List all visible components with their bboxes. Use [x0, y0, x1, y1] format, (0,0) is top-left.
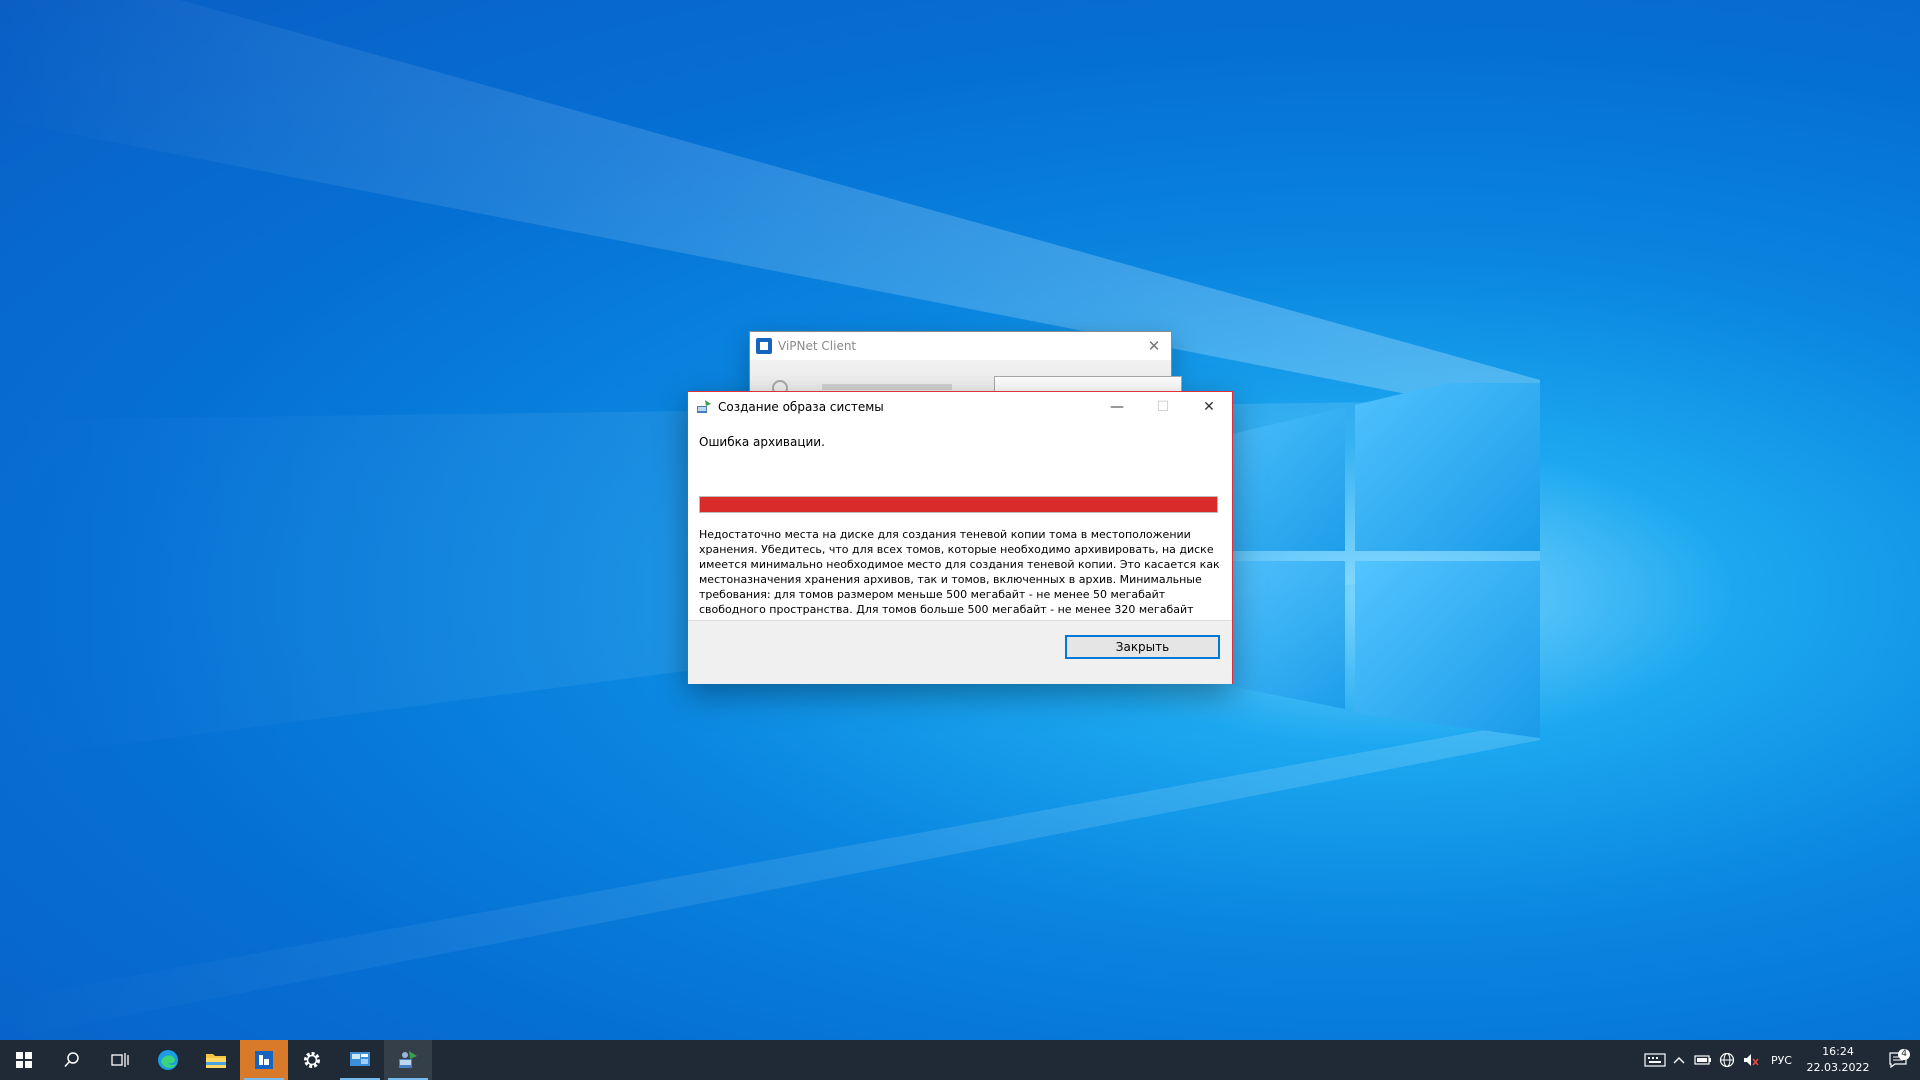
edge-button[interactable] [144, 1040, 192, 1080]
battery-tray-icon[interactable] [1691, 1040, 1715, 1080]
search-icon [64, 1052, 79, 1068]
dialog-body: Ошибка архивации. Недостаточно места на … [688, 422, 1232, 620]
clock-date: 22.03.2022 [1806, 1061, 1870, 1074]
search-button[interactable] [48, 1040, 96, 1080]
control-panel-button[interactable] [336, 1040, 384, 1080]
battery-icon [1694, 1055, 1711, 1065]
language-indicator[interactable]: РУС [1763, 1054, 1800, 1067]
settings-button[interactable] [288, 1040, 336, 1080]
chevron-up-icon [1673, 1057, 1685, 1064]
backup-icon [696, 399, 712, 415]
windows-logo-wallpaper [1195, 383, 1540, 738]
vipnet-close-icon[interactable]: ✕ [1137, 337, 1171, 355]
close-icon[interactable]: ✕ [1186, 392, 1232, 422]
network-tray-icon[interactable] [1715, 1040, 1739, 1080]
file-explorer-button[interactable] [192, 1040, 240, 1080]
vipnet-taskbar-button[interactable] [240, 1040, 288, 1080]
dialog-title: Создание образа системы [718, 400, 884, 414]
backup-icon [399, 1051, 417, 1068]
error-message[interactable]: Недостаточно места на диске для создания… [699, 527, 1221, 615]
input-indicator-icon[interactable] [1643, 1040, 1667, 1080]
edge-icon [158, 1050, 178, 1070]
windows-icon [16, 1052, 32, 1068]
status-text: Ошибка архивации. [699, 435, 825, 449]
volume-tray-icon[interactable] [1739, 1040, 1763, 1080]
volume-muted-icon [1743, 1054, 1759, 1066]
task-view-icon [111, 1053, 129, 1067]
vipnet-title-bar[interactable]: ViPNet Client ✕ [750, 332, 1171, 360]
option-label [822, 384, 952, 390]
close-button[interactable]: Закрыть [1065, 635, 1220, 659]
vipnet-icon [756, 338, 772, 354]
gear-icon [304, 1052, 320, 1068]
dialog-footer: Закрыть [688, 620, 1232, 684]
folder-icon [206, 1054, 226, 1068]
globe-icon [1719, 1052, 1735, 1068]
task-view-button[interactable] [96, 1040, 144, 1080]
start-button[interactable] [0, 1040, 48, 1080]
vipnet-window-title: ViPNet Client [778, 339, 857, 353]
backup-taskbar-button[interactable] [384, 1040, 432, 1080]
maximize-button: ☐ [1156, 399, 1170, 415]
progress-fill [700, 497, 1217, 512]
minimize-button[interactable]: — [1094, 392, 1140, 422]
clock[interactable]: 16:24 22.03.2022 [1800, 1044, 1876, 1076]
control-panel-icon [350, 1052, 370, 1066]
keyboard-icon [1644, 1053, 1666, 1067]
clock-time: 16:24 [1822, 1045, 1854, 1058]
dialog-title-bar[interactable]: Создание образа системы — ☐ ✕ [688, 392, 1232, 422]
show-hidden-icons-button[interactable] [1667, 1040, 1691, 1080]
vipnet-icon [255, 1051, 273, 1069]
system-image-dialog: Создание образа системы — ☐ ✕ Ошибка арх… [687, 391, 1233, 684]
progress-bar [699, 496, 1218, 513]
taskbar: РУС 16:24 22.03.2022 4 [0, 1040, 1920, 1080]
system-tray: РУС 16:24 22.03.2022 4 [1643, 1040, 1920, 1080]
notification-count-badge: 4 [1898, 1049, 1910, 1060]
action-center-button[interactable]: 4 [1876, 1049, 1920, 1068]
